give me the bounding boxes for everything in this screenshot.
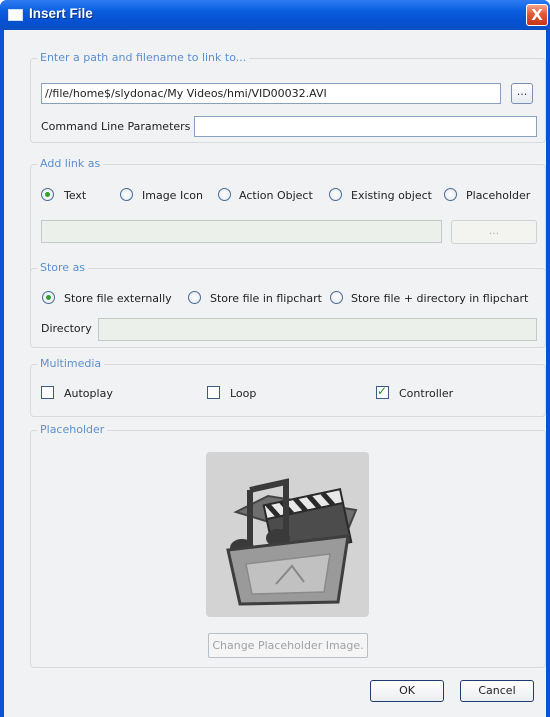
- dialog-client: Enter a path and filename to link to... …: [4, 30, 546, 717]
- link-object-field[interactable]: [41, 220, 442, 243]
- radio-store-externally-label: Store file externally: [64, 292, 172, 305]
- command-line-input[interactable]: [194, 116, 537, 137]
- loop-checkbox[interactable]: [207, 386, 220, 399]
- radio-image-icon-label: Image Icon: [142, 189, 203, 202]
- loop-label: Loop: [230, 387, 257, 400]
- radio-image-icon[interactable]: [120, 188, 133, 201]
- ok-button[interactable]: OK: [370, 680, 444, 702]
- radio-store-externally[interactable]: [42, 291, 55, 304]
- radio-store-in-flipchart-label: Store file in flipchart: [210, 292, 322, 305]
- insert-file-dialog: Insert File X Enter a path and filename …: [0, 0, 550, 717]
- autoplay-label: Autoplay: [64, 387, 113, 400]
- radio-placeholder-label: Placeholder: [466, 189, 531, 202]
- controller-checkbox[interactable]: [376, 384, 389, 399]
- placeholder-legend: Placeholder: [37, 423, 108, 436]
- store-as-legend: Store as: [37, 261, 89, 274]
- directory-label: Directory: [41, 322, 92, 335]
- close-button[interactable]: X: [526, 4, 548, 26]
- radio-placeholder[interactable]: [444, 188, 457, 201]
- media-folder-icon: [226, 478, 358, 606]
- browse-path-button[interactable]: ...: [511, 83, 533, 104]
- placeholder-image: [206, 452, 369, 617]
- multimedia-legend: Multimedia: [37, 357, 105, 370]
- cancel-button[interactable]: Cancel: [460, 680, 534, 702]
- radio-text[interactable]: [41, 188, 54, 201]
- path-input[interactable]: //file/home$/slydonac/My Videos/hmi/VID0…: [41, 83, 501, 104]
- radio-store-in-flipchart[interactable]: [188, 291, 201, 304]
- radio-existing-object[interactable]: [329, 188, 342, 201]
- window-icon: [8, 9, 23, 21]
- window-title: Insert File: [29, 6, 93, 21]
- radio-store-with-directory-label: Store file + directory in flipchart: [351, 292, 529, 305]
- radio-existing-object-label: Existing object: [351, 189, 432, 202]
- store-as-group: Store as Store file externally Store fil…: [30, 261, 546, 348]
- radio-action-object[interactable]: [218, 188, 231, 201]
- radio-store-with-directory[interactable]: [330, 291, 343, 304]
- change-placeholder-button[interactable]: Change Placeholder Image.: [208, 633, 368, 658]
- path-group-legend: Enter a path and filename to link to...: [37, 51, 250, 64]
- add-link-legend: Add link as: [37, 157, 104, 170]
- autoplay-checkbox[interactable]: [41, 386, 54, 399]
- directory-input[interactable]: [98, 318, 537, 341]
- path-group: Enter a path and filename to link to... …: [30, 51, 546, 143]
- multimedia-group: Multimedia Autoplay Loop Controller: [30, 357, 546, 417]
- radio-action-object-label: Action Object: [239, 189, 313, 202]
- command-line-label: Command Line Parameters: [41, 120, 191, 133]
- radio-text-label: Text: [64, 189, 87, 202]
- link-browse-button[interactable]: ...: [451, 220, 537, 244]
- controller-label: Controller: [399, 387, 454, 400]
- add-link-group: Add link as Text Image Icon Action Objec…: [30, 157, 546, 274]
- title-bar[interactable]: Insert File X: [0, 0, 550, 30]
